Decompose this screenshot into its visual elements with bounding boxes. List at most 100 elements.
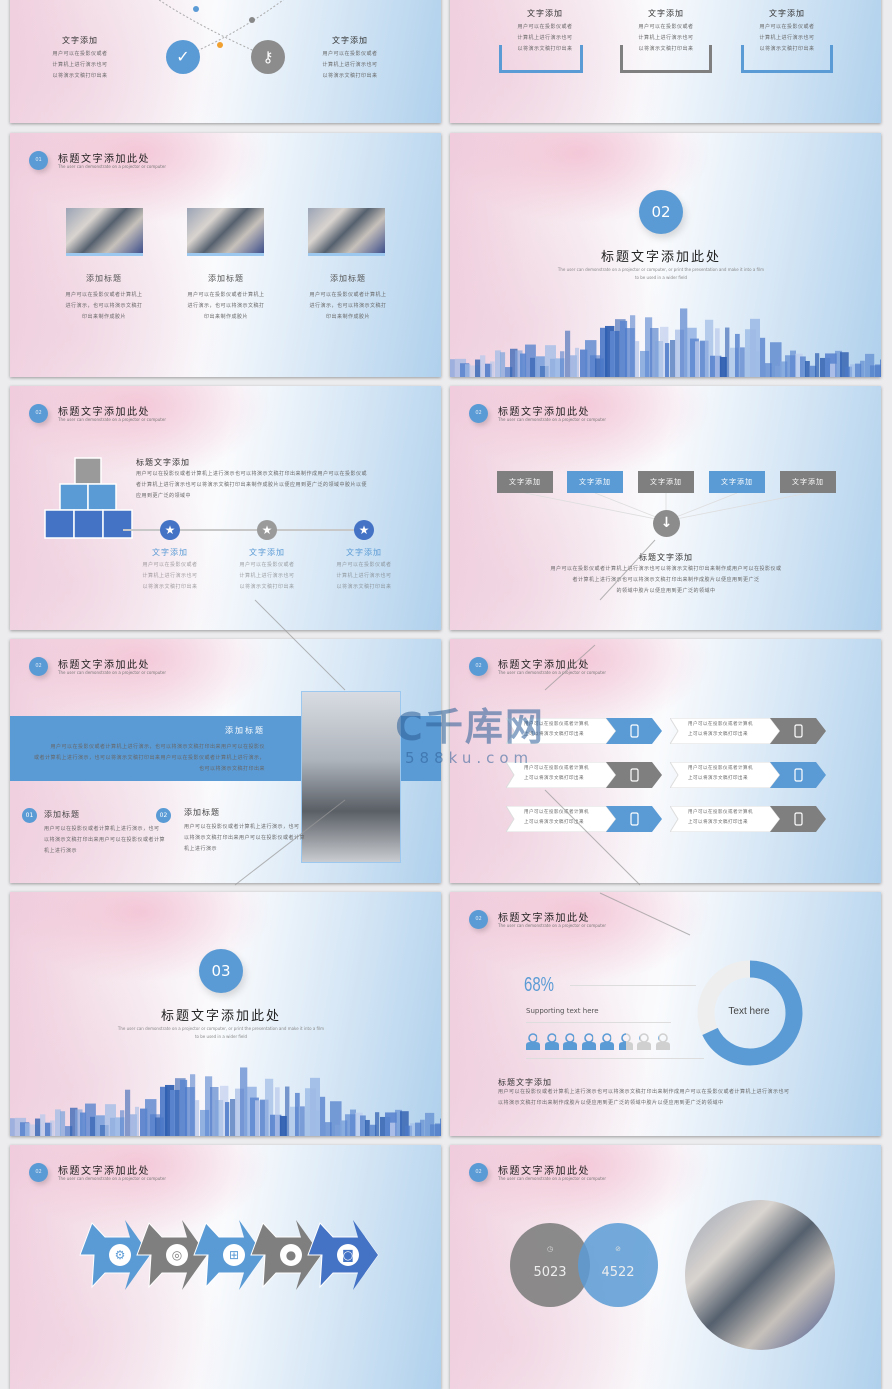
skyline-building <box>550 358 562 377</box>
section-number-badge: 02 <box>469 404 488 423</box>
windows-icon: ⊞ <box>229 1248 239 1262</box>
skyline-building <box>325 1122 332 1136</box>
slide-2[interactable]: 文字添加 用户可以在投影仪或者 计算机上进行演示也可 以将演示文稿打印出来 文字添加… <box>450 0 881 123</box>
section-number-badge: 02 <box>29 1163 48 1182</box>
step-text: 用户可以在投影仪或者 计算机上进行演示也可 以将演示文稿打印出来 <box>239 560 294 593</box>
check-icon: ✓ <box>166 40 200 74</box>
skyline-building <box>135 1106 140 1136</box>
section-number-badge: 02 <box>29 404 48 423</box>
text-line: 机上进行演示 <box>44 848 78 854</box>
stat-value: 5023 <box>533 1265 567 1280</box>
skyline-building <box>820 357 831 377</box>
slide-title: 标题文字添加此处 <box>58 407 150 418</box>
skyline-building <box>390 1122 398 1136</box>
skyline-building <box>605 325 615 377</box>
skyline-building <box>245 1086 257 1136</box>
slide-6[interactable]: 02 标题文字添加此处 The user can demonstrate on … <box>450 386 881 630</box>
skyline-building <box>520 353 527 377</box>
card-text: 用户可以在投影仪或者计算机上 进行演示，也可以将演示文稿打 印出来制作成胶片 <box>309 290 386 323</box>
right-title: 文字添加 <box>332 36 368 45</box>
column-title: 文字添加 <box>527 9 563 18</box>
text-line: 用户可以在投影仪或者计算机上进行演示也可以将演示文稿打印出来制作成用户可以在投影… <box>550 566 782 572</box>
slide-title: 标题文字添加此处 <box>498 407 590 418</box>
arrow-head <box>296 1220 321 1290</box>
label-box: 文字添加 <box>709 471 765 493</box>
skyline-building <box>475 359 481 377</box>
skyline-building <box>470 365 482 377</box>
slide-12[interactable]: 02 标题文字添加此处 The user can demonstrate on … <box>450 1145 881 1389</box>
skyline-building <box>235 1088 245 1136</box>
text-line: 以将演示文稿打印出来 <box>52 73 108 79</box>
slide-11[interactable]: 02 标题文字添加此处 The user can demonstrate on … <box>10 1145 441 1389</box>
percent-value: 68% <box>524 974 555 996</box>
text-line: 上可以将演示文稿打印出来 <box>688 820 748 825</box>
skyline-building <box>360 1115 366 1136</box>
text-line: 应用到更广泛的领域中 <box>136 493 192 499</box>
skyline-building <box>300 1106 305 1136</box>
skyline-building <box>260 1099 269 1136</box>
text-line: 用户可以在投影仪或者计算机上 <box>187 292 265 298</box>
divider <box>526 1022 671 1023</box>
person-icon <box>655 1032 670 1050</box>
text-line: 者计算机上进行演示也可以将演示文稿打印出来制作成胶片以便应用到更广泛的领域中胶片… <box>136 482 368 488</box>
text-line: 计算机上进行演示也可 <box>239 573 295 579</box>
skyline-building <box>725 327 730 377</box>
skyline-building <box>460 363 470 377</box>
skyline-building <box>860 360 865 377</box>
person-icon <box>581 1032 596 1050</box>
block-heading: 标题文字添加 <box>639 553 693 562</box>
text-line: 印出来制作成胶片 <box>325 314 371 320</box>
section-subtitle: The user can demonstrate on a projector … <box>557 267 765 272</box>
text-line: 用户可以在投影仪或者计算机上进行演示也可以将演示文稿打印出来制作成用户可以在投影… <box>136 471 368 477</box>
slide-3[interactable]: 01 标题文字添加此处 The user can demonstrate on … <box>10 133 441 377</box>
text-line: 以将演示文稿打印出来 <box>638 46 694 52</box>
apple-icon: ● <box>286 1248 296 1262</box>
slide-7[interactable]: 02 标题文字添加此处 The user can demonstrate on … <box>10 639 441 883</box>
text-line: 用户可以在投影仪或者 <box>52 51 108 57</box>
skyline-building <box>240 1067 248 1136</box>
skyline-building <box>45 1122 52 1136</box>
slide-4[interactable]: 02 标题文字添加此处 The user can demonstrate on … <box>450 133 881 377</box>
slide-1[interactable]: 文字添加 用户可以在投影仪或者 计算机上进行演示也可 以将演示文稿打印出来 ✓ ⚷ … <box>10 0 441 123</box>
column-text: 用户可以在投影仪或者 计算机上进行演示也可 以将演示文稿打印出来 <box>759 22 814 55</box>
skyline-building <box>35 1118 41 1136</box>
text-line: 进行演示，也可以将演示文稿打 <box>187 303 265 309</box>
text-line: 用户可以在投影仪或者 <box>638 24 694 30</box>
text-line: 以将演示文稿打印出来用户可以在投影仪或者计算 <box>44 837 166 843</box>
slide-title: 标题文字添加此处 <box>498 1166 590 1177</box>
block-text: 用户可以在投影仪或者计算机上进行演示也可以将演示文稿打印出来制作成用户可以在投影… <box>550 564 781 597</box>
skyline-building <box>40 1114 46 1136</box>
skyline-building <box>50 1120 55 1136</box>
process-arrow <box>79 1222 151 1289</box>
skyline-building <box>115 1117 125 1136</box>
arrow-head <box>182 1220 207 1290</box>
skyline-building <box>425 1112 435 1136</box>
section-subtitle-2: to be used in a wider field <box>194 1034 248 1039</box>
skyline-building <box>680 308 688 377</box>
skyline-building <box>265 1078 274 1136</box>
process-arrow <box>307 1222 379 1289</box>
slide-9[interactable]: 03 标题文字添加此处 The user can demonstrate on … <box>10 892 441 1136</box>
slide-10[interactable]: 02 标题文字添加此处 The user can demonstrate on … <box>450 892 881 1136</box>
supporting-text: Supporting text here <box>526 1007 599 1015</box>
skyline-building <box>625 328 635 377</box>
text-line: 用户可以在投影仪或者计算机 <box>688 766 753 771</box>
chevron-text: 用户可以在投影仪或者计算机 上可以将演示文稿打印出来 <box>688 720 753 740</box>
phone-icon <box>794 812 803 826</box>
text-line: 以将演示文稿打印出来 <box>142 584 198 590</box>
skyline-building <box>815 353 820 377</box>
skyline-building <box>665 343 670 377</box>
skyline-building <box>285 1086 290 1136</box>
divider <box>570 985 696 986</box>
skyline-building <box>160 1086 168 1136</box>
column-title: 文字添加 <box>769 9 805 18</box>
skyline-building <box>455 358 467 377</box>
skyline-building <box>685 327 697 377</box>
skyline-building <box>780 361 788 377</box>
text-line: 上可以将演示文稿打印出来 <box>688 732 748 737</box>
slide-5[interactable]: 02 标题文字添加此处 The user can demonstrate on … <box>10 386 441 630</box>
section-subtitle: The user can demonstrate on a projector … <box>117 1026 325 1031</box>
skyline-building <box>170 1089 180 1136</box>
phone-icon <box>794 724 803 738</box>
card-title: 添加标题 <box>330 274 366 283</box>
